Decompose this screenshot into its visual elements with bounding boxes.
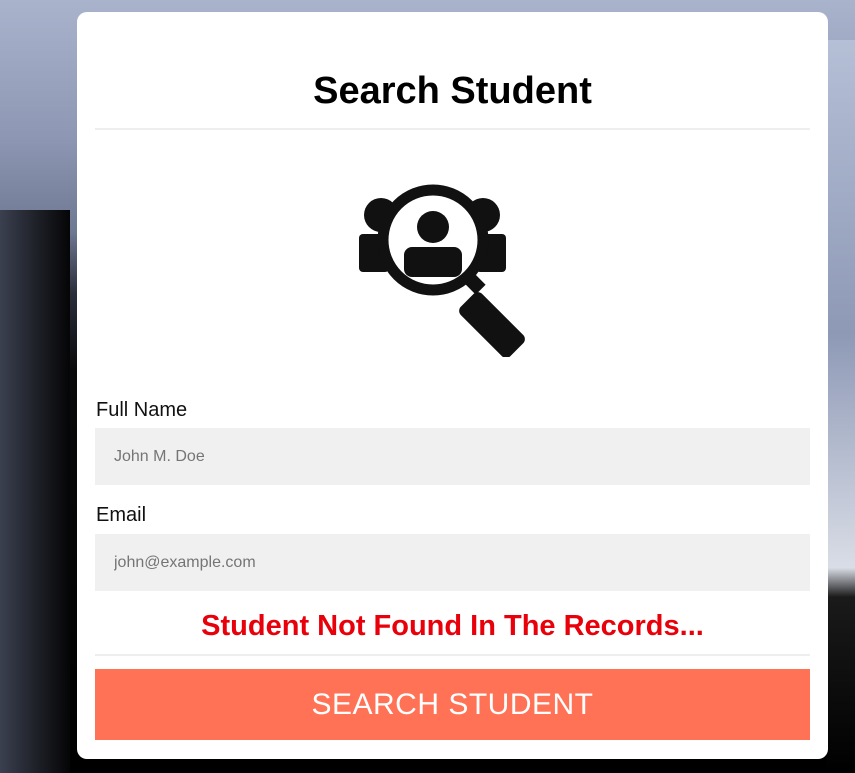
page-title: Search Student [313,70,592,112]
error-divider [95,654,810,656]
full-name-label: Full Name [96,399,188,421]
background-silhouette-right [826,40,855,773]
background-silhouette-left [0,210,70,773]
search-student-button[interactable]: SEARCH STUDENT [95,669,810,740]
error-message: Student Not Found In The Records... [201,610,704,642]
email-input[interactable] [95,534,810,591]
search-people-icon [356,182,551,358]
title-divider [95,128,810,130]
search-student-card: Search Student Full Name Email Student N… [77,12,828,759]
email-label: Email [96,504,147,526]
full-name-input[interactable] [95,428,810,485]
